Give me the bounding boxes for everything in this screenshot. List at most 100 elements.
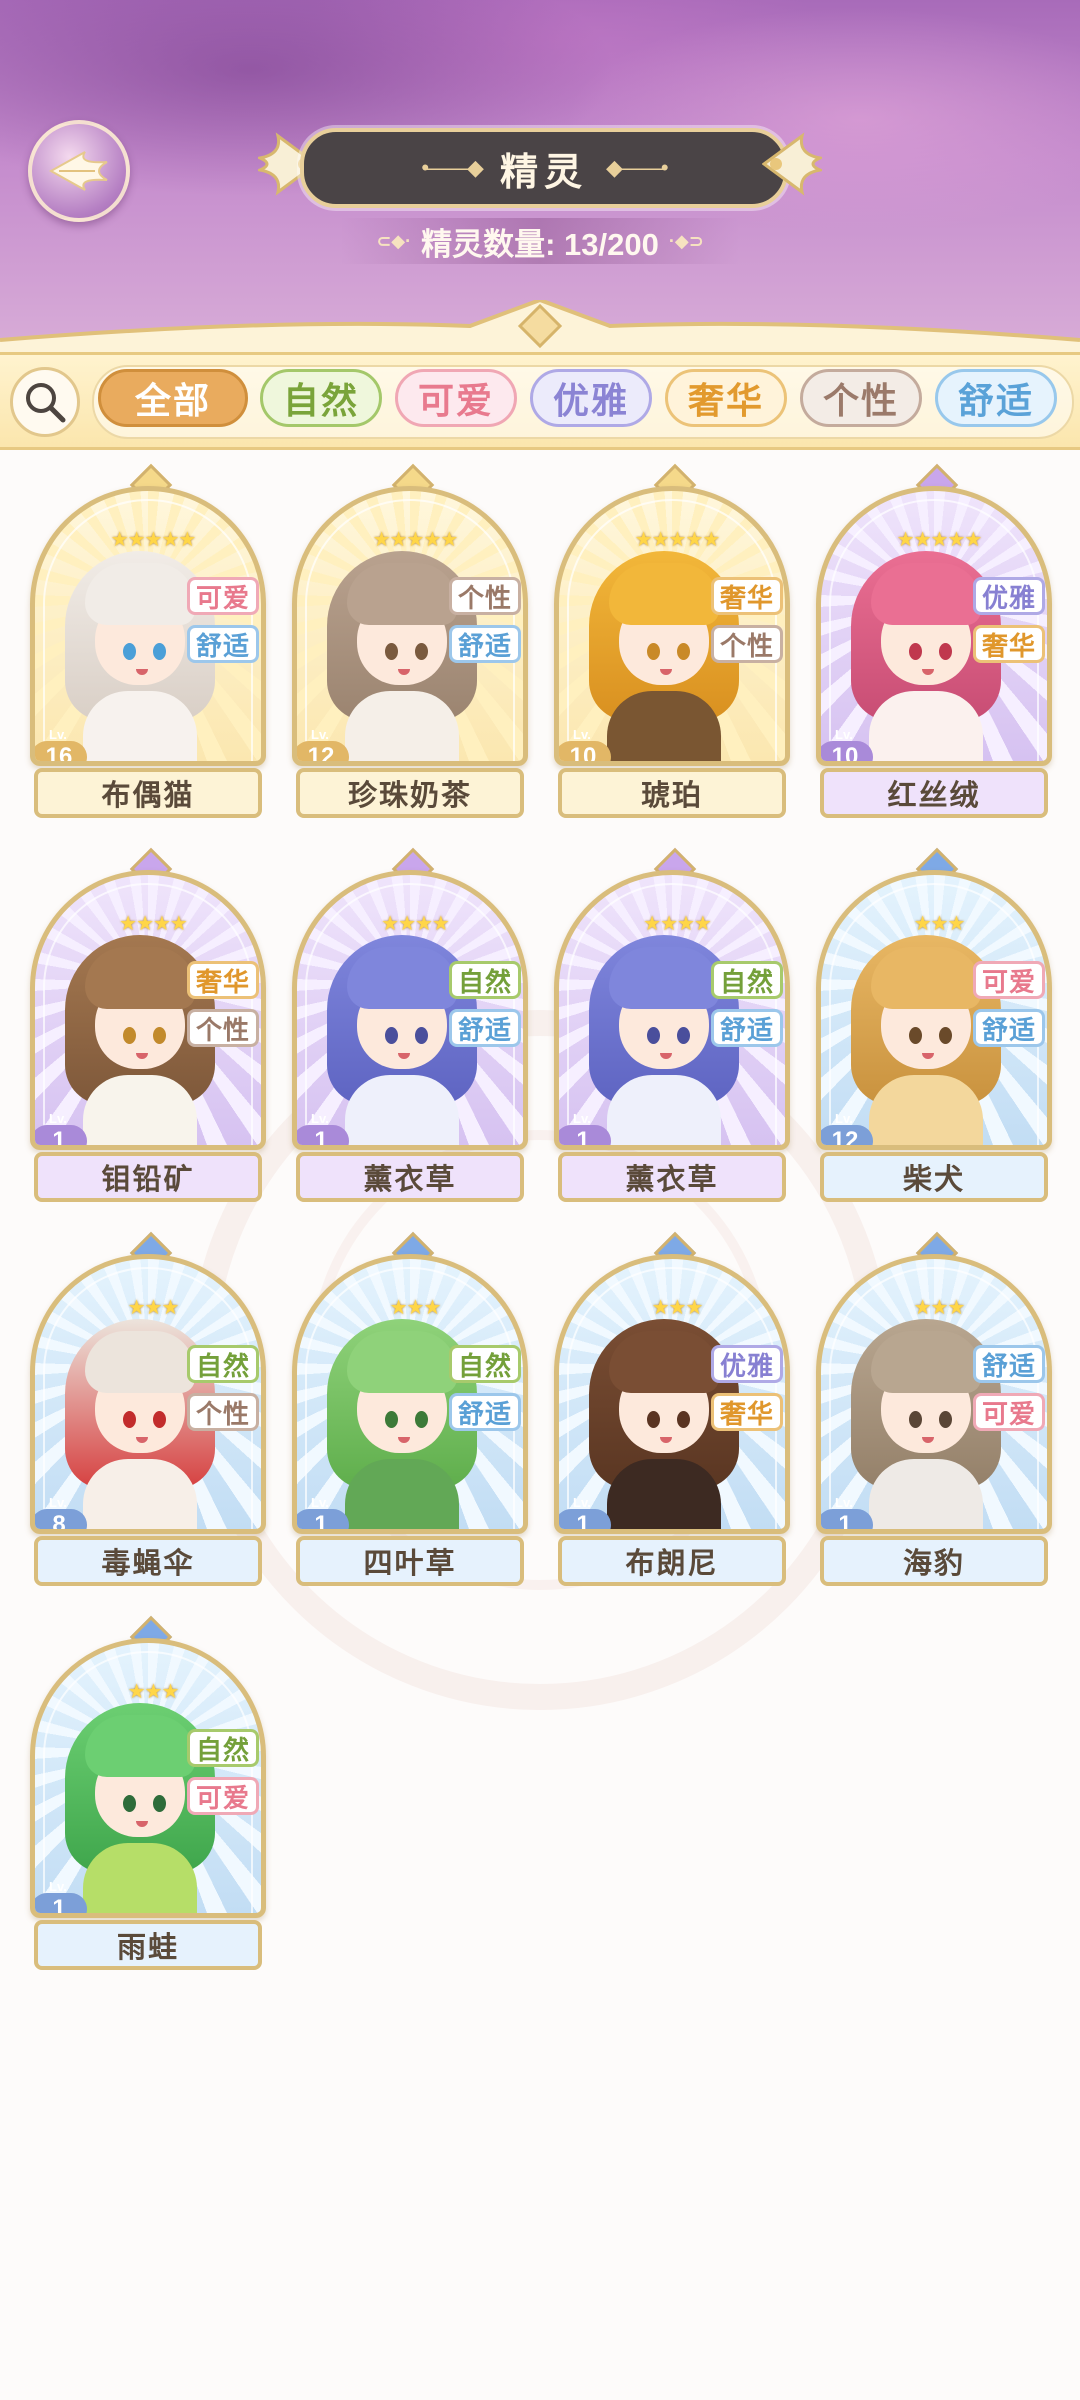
spirit-card[interactable]: ★★★ 优雅 奢华 Lv. 1 布朗尼 <box>554 1231 790 1590</box>
portrait-bangs <box>609 947 719 1009</box>
portrait-bangs <box>871 947 981 1009</box>
spirit-count: ⊂◆· 精灵数量: 13/200 ·◆⊃ <box>340 218 740 264</box>
rarity-stars: ★★★ <box>127 1681 180 1703</box>
level-badge: Lv. 1 <box>559 1111 613 1145</box>
spirit-card[interactable]: ★★★ 自然 舒适 Lv. 1 四叶草 <box>292 1231 528 1590</box>
level-prefix: Lv. <box>573 727 591 742</box>
filter-chip-3[interactable]: 优雅 <box>530 369 652 427</box>
spirit-portrait-frame: ★★★ 可爱 舒适 Lv. 12 <box>816 870 1052 1150</box>
level-value: 1 <box>821 1509 873 1529</box>
trait-tag: 舒适 <box>711 1009 783 1047</box>
title-ornament-left-icon: •——◆ <box>421 155 484 180</box>
trait-tag: 个性 <box>449 577 521 615</box>
portrait-eye-left <box>385 1027 398 1044</box>
portrait-body <box>83 1843 197 1913</box>
level-prefix: Lv. <box>311 1111 329 1126</box>
spirit-card[interactable]: ★★★★ 自然 舒适 Lv. 1 薰衣草 <box>292 847 528 1206</box>
spirit-portrait-frame: ★★★★★ 个性 舒适 Lv. 12 <box>292 486 528 766</box>
spirit-card[interactable]: ★★★★ 自然 舒适 Lv. 1 薰衣草 <box>554 847 790 1206</box>
level-prefix: Lv. <box>49 727 67 742</box>
portrait-body <box>607 1075 721 1145</box>
spirit-card[interactable]: ★★★★★ 奢华 个性 Lv. 10 琥珀 <box>554 463 790 822</box>
spirit-name: 薰衣草 <box>558 1152 786 1202</box>
portrait-body <box>607 691 721 761</box>
trait-tag: 舒适 <box>449 1393 521 1431</box>
spirit-card[interactable]: ★★★ 可爱 舒适 Lv. 12 柴犬 <box>816 847 1052 1206</box>
portrait-eye-right <box>939 643 952 660</box>
filter-chip-0[interactable]: 全部 <box>98 369 248 427</box>
title-ornament-right-icon: ◆——• <box>606 155 669 180</box>
spirit-name: 珍珠奶茶 <box>296 768 524 818</box>
filter-chip-5[interactable]: 个性 <box>800 369 922 427</box>
rarity-stars: ★★★★ <box>381 913 450 935</box>
level-prefix: Lv. <box>573 1111 591 1126</box>
filter-chip-6[interactable]: 舒适 <box>935 369 1057 427</box>
portrait-eye-left <box>123 1795 136 1812</box>
filter-chip-2[interactable]: 可爱 <box>395 369 517 427</box>
spirit-card[interactable]: ★★★★ 奢华 个性 Lv. 1 钼铅矿 <box>30 847 266 1206</box>
level-prefix: Lv. <box>835 1111 853 1126</box>
portrait-bangs <box>85 1331 195 1393</box>
trait-tag: 可爱 <box>973 1393 1045 1431</box>
portrait-bangs <box>85 1715 195 1777</box>
portrait-bangs <box>85 563 195 625</box>
level-badge: Lv. 1 <box>35 1879 89 1913</box>
portrait-eye-right <box>677 1411 690 1428</box>
trait-tag: 自然 <box>449 1345 521 1383</box>
portrait-eye-left <box>647 1411 660 1428</box>
portrait-bangs <box>85 947 195 1009</box>
portrait-bangs <box>871 1331 981 1393</box>
portrait-eye-right <box>939 1411 952 1428</box>
level-value: 16 <box>35 741 87 761</box>
spirit-card[interactable]: ★★★★★ 可爱 舒适 Lv. 16 布偶猫 <box>30 463 266 822</box>
filter-chip-4[interactable]: 奢华 <box>665 369 787 427</box>
level-badge: Lv. 8 <box>35 1495 89 1529</box>
portrait-eye-right <box>415 1027 428 1044</box>
page-title: 精灵 <box>499 151 588 194</box>
trait-tag: 奢华 <box>711 1393 783 1431</box>
portrait-eye-left <box>385 643 398 660</box>
portrait-eye-left <box>909 643 922 660</box>
trait-tag: 奢华 <box>711 577 783 615</box>
spirit-name: 薰衣草 <box>296 1152 524 1202</box>
back-button[interactable] <box>28 120 130 222</box>
trait-tag: 舒适 <box>973 1009 1045 1047</box>
level-badge: Lv. 10 <box>821 727 875 761</box>
portrait-body <box>607 1459 721 1529</box>
spirit-card[interactable]: ★★★★★ 优雅 奢华 Lv. 10 红丝绒 <box>816 463 1052 822</box>
spirit-portrait-frame: ★★★ 自然 个性 Lv. 8 <box>30 1254 266 1534</box>
level-badge: Lv. 10 <box>559 727 613 761</box>
portrait-eye-right <box>153 1411 166 1428</box>
spirit-name: 毒蝇伞 <box>34 1536 262 1586</box>
spirit-name: 柴犬 <box>820 1152 1048 1202</box>
portrait-eye-left <box>909 1411 922 1428</box>
portrait-bangs <box>347 563 457 625</box>
level-prefix: Lv. <box>573 1495 591 1510</box>
spirit-name: 布偶猫 <box>34 768 262 818</box>
portrait-body <box>345 691 459 761</box>
rarity-stars: ★★★★★ <box>372 529 459 551</box>
portrait-bangs <box>609 1331 719 1393</box>
spirit-portrait-frame: ★★★★ 自然 舒适 Lv. 1 <box>292 870 528 1150</box>
level-prefix: Lv. <box>49 1495 67 1510</box>
spirit-card[interactable]: ★★★★★ 个性 舒适 Lv. 12 珍珠奶茶 <box>292 463 528 822</box>
level-badge: Lv. 12 <box>821 1111 875 1145</box>
rarity-stars: ★★★★★ <box>896 529 983 551</box>
spirit-card[interactable]: ★★★ 自然 可爱 Lv. 1 雨蛙 <box>30 1615 266 1974</box>
level-value: 12 <box>821 1125 873 1145</box>
spirit-portrait-frame: ★★★★ 自然 舒适 Lv. 1 <box>554 870 790 1150</box>
count-ornament-right-icon: ·◆⊃ <box>668 230 704 251</box>
level-prefix: Lv. <box>835 727 853 742</box>
portrait-eye-right <box>415 1411 428 1428</box>
spirit-card[interactable]: ★★★ 自然 个性 Lv. 8 毒蝇伞 <box>30 1231 266 1590</box>
trait-tag: 舒适 <box>187 625 259 663</box>
portrait-body <box>345 1075 459 1145</box>
portrait-eye-right <box>677 643 690 660</box>
portrait-body <box>345 1459 459 1529</box>
portrait-body <box>869 1459 983 1529</box>
filter-chip-1[interactable]: 自然 <box>260 369 382 427</box>
spirit-card[interactable]: ★★★ 舒适 可爱 Lv. 1 海豹 <box>816 1231 1052 1590</box>
rarity-stars: ★★★ <box>913 913 966 935</box>
trait-tag: 自然 <box>449 961 521 999</box>
search-button[interactable] <box>10 367 80 437</box>
